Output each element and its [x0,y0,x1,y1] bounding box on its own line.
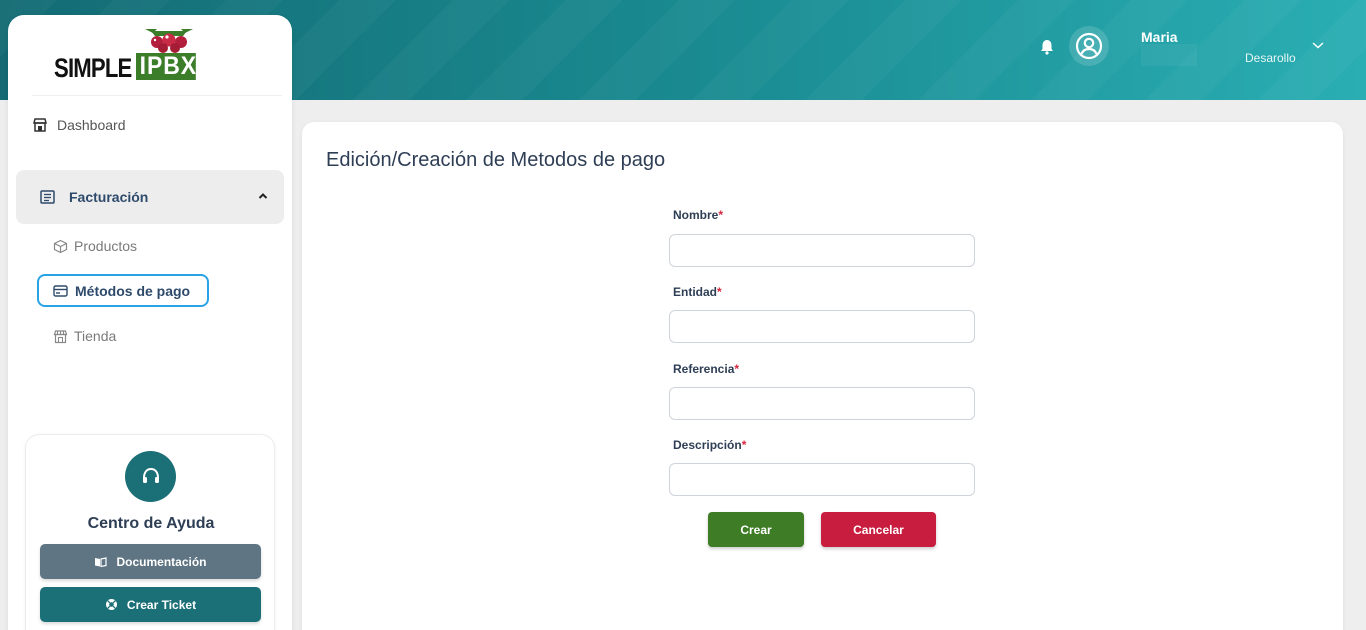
sidebar-item-label: Productos [74,238,138,254]
descripcion-input[interactable] [669,463,975,496]
logo-text-ipbx: IPBX [136,53,196,80]
sidebar-item-productos[interactable]: Productos [53,236,137,256]
entidad-label-text: Entidad [673,285,717,299]
logo-divider [32,95,282,96]
required-mark: * [717,285,722,299]
user-role: Desarollo [1245,51,1296,65]
referencia-label: Referencia* [673,362,739,376]
required-mark: * [734,362,740,376]
referencia-label-text: Referencia [673,362,735,376]
nombre-label-text: Nombre [673,208,719,222]
sidebar-item-tienda[interactable]: Tienda [53,326,116,346]
required-mark: * [741,438,747,452]
entidad-label: Entidad* [673,285,722,299]
book-open-icon [95,556,108,567]
create-ticket-label: Crear Ticket [126,597,197,612]
logo-text-simple: SIMPLE [54,53,132,83]
descripcion-label-text: Descripción [673,438,742,452]
credit-card-icon [53,284,68,297]
bell-icon[interactable] [1038,38,1056,56]
entidad-input[interactable] [669,310,975,343]
sidebar-item-label: Métodos de pago [75,282,191,299]
help-title: Centro de Ayuda [87,515,215,532]
create-ticket-button[interactable]: Crear Ticket [40,587,261,622]
documentation-label: Documentación [116,554,207,569]
sidebar-item-facturacion[interactable]: Facturación [16,170,284,224]
berries-logo-icon [145,29,193,53]
referencia-input[interactable] [669,387,975,420]
user-circle-icon [1075,32,1103,60]
chevron-up-icon [258,193,268,199]
box-icon [53,239,68,253]
sidebar-item-dashboard[interactable]: Dashboard [32,115,126,135]
cancelar-button[interactable]: Cancelar [821,512,936,547]
store-icon [33,118,47,132]
user-name: Maria [1141,29,1178,45]
page-title: Edición/Creación de Metodos de pago [326,149,666,171]
book-icon [40,190,55,204]
sidebar-item-label: Facturación [69,189,149,205]
required-mark: * [718,208,724,222]
sidebar-item-label: Tienda [74,328,117,344]
descripcion-label: Descripción* [673,438,746,452]
headset-icon [125,451,176,502]
logo[interactable]: SIMPLE IPBX [46,27,216,97]
user-name-underlay [1141,44,1197,66]
user-avatar[interactable] [1069,26,1109,66]
documentation-button[interactable]: Documentación [40,544,261,579]
sidebar-item-label: Dashboard [57,117,126,133]
nombre-input[interactable] [669,234,975,267]
form-card: Edición/Creación de Metodos de pago Nomb… [302,122,1343,630]
chevron-down-icon[interactable] [1311,40,1325,50]
help-center-card: Centro de Ayuda Documentación Crear Tick… [25,434,275,630]
shop-icon [53,329,68,343]
nombre-label: Nombre* [673,208,723,222]
crear-button[interactable]: Crear [708,512,804,547]
lifebuoy-icon [105,599,117,610]
sidebar-item-metodos-de-pago[interactable]: Métodos de pago [37,274,209,307]
